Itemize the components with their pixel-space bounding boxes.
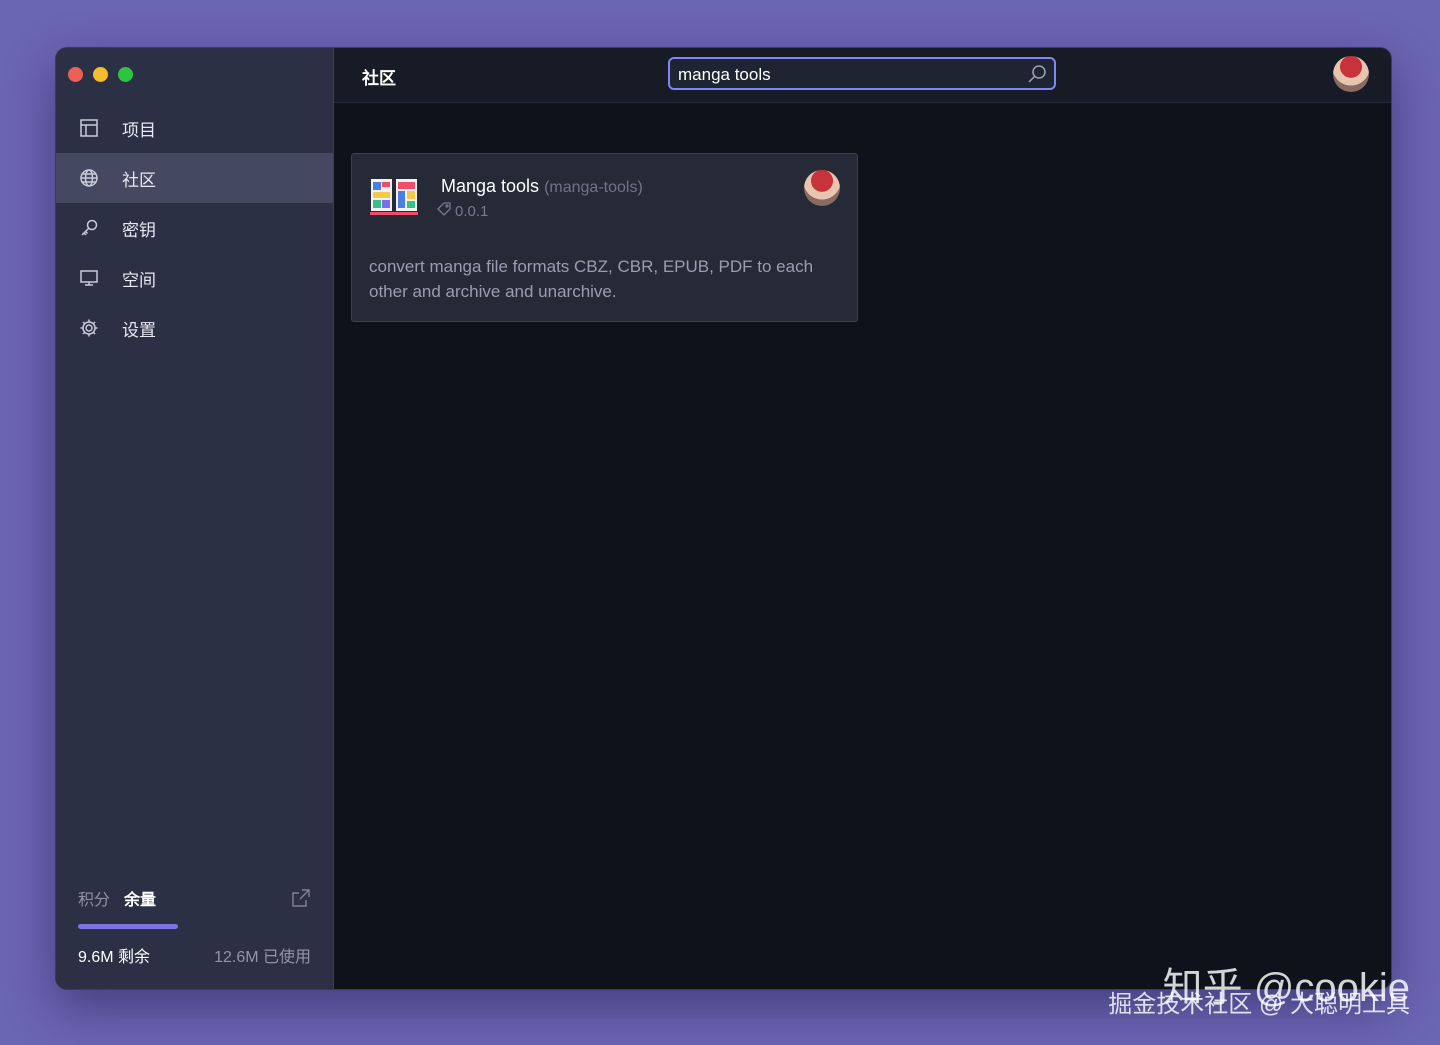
quota-panel: 积分 余量 9.6M 剩余 12.6M 已使用	[78, 886, 311, 967]
key-icon	[78, 217, 100, 239]
gear-icon	[78, 317, 100, 339]
zoom-window-button[interactable]	[118, 67, 133, 82]
globe-icon	[78, 167, 100, 189]
external-link-icon[interactable]	[291, 888, 311, 908]
quota-progress-fill	[78, 924, 179, 929]
sidebar: 项目 社区 密钥 空间 设置 积分 余量 9.6M 剩余 12.6M 已使用	[56, 48, 334, 989]
plugin-description: convert manga file formats CBZ, CBR, EPU…	[369, 257, 814, 301]
tag-icon	[437, 202, 451, 220]
search-box[interactable]	[668, 57, 1056, 90]
sidebar-item-settings[interactable]: 设置	[56, 303, 333, 353]
sidebar-item-spaces[interactable]: 空间	[56, 253, 333, 303]
sidebar-item-label: 设置	[122, 320, 156, 340]
tab-points[interactable]: 积分	[78, 886, 110, 910]
sidebar-item-label: 密钥	[122, 220, 156, 240]
plugin-slug: (manga-tools)	[544, 179, 643, 196]
search-icon[interactable]	[1026, 63, 1048, 85]
page-title: 社区	[362, 69, 396, 88]
tab-remaining[interactable]: 余量	[124, 886, 156, 910]
sidebar-item-community[interactable]: 社区	[56, 153, 333, 203]
quota-values: 9.6M 剩余 12.6M 已使用	[78, 943, 311, 967]
monitor-icon	[78, 267, 100, 289]
window-controls	[68, 67, 133, 82]
version-label: 0.0.1	[455, 202, 489, 220]
plugin-version: 0.0.1	[437, 202, 488, 220]
search-input[interactable]	[676, 59, 1020, 90]
quota-tabs: 积分 余量	[78, 886, 311, 910]
sidebar-item-label: 空间	[122, 270, 156, 290]
minimize-window-button[interactable]	[93, 67, 108, 82]
quota-progress-bar	[78, 924, 311, 929]
top-bar: 社区	[334, 48, 1391, 103]
plugin-title[interactable]: Manga tools (manga-tools)	[441, 176, 643, 197]
sidebar-item-keys[interactable]: 密钥	[56, 203, 333, 253]
sidebar-item-label: 项目	[122, 120, 156, 140]
watermark: 知乎 @cookie 掘金技术社区 @ 大聪明工具	[1108, 967, 1410, 1017]
close-window-button[interactable]	[68, 67, 83, 82]
quota-remaining: 9.6M 剩余	[78, 949, 151, 966]
table-icon	[78, 117, 100, 139]
sidebar-item-label: 社区	[122, 170, 156, 190]
watermark-line2: 掘金技术社区 @ 大聪明工具	[1108, 991, 1410, 1018]
quota-used: 12.6M 已使用	[214, 949, 311, 966]
manga-plugin-icon	[369, 176, 419, 218]
app-window: 项目 社区 密钥 空间 设置 积分 余量 9.6M 剩余 12.6M 已使用 社…	[55, 47, 1392, 990]
plugin-card[interactable]: Manga tools (manga-tools) 0.0.1 convert …	[351, 153, 858, 322]
sidebar-nav: 项目 社区 密钥 空间 设置	[56, 103, 333, 353]
plugin-name: Manga tools	[441, 176, 540, 196]
sidebar-item-projects[interactable]: 项目	[56, 103, 333, 153]
user-avatar[interactable]	[1333, 56, 1369, 92]
author-avatar[interactable]	[804, 170, 840, 206]
